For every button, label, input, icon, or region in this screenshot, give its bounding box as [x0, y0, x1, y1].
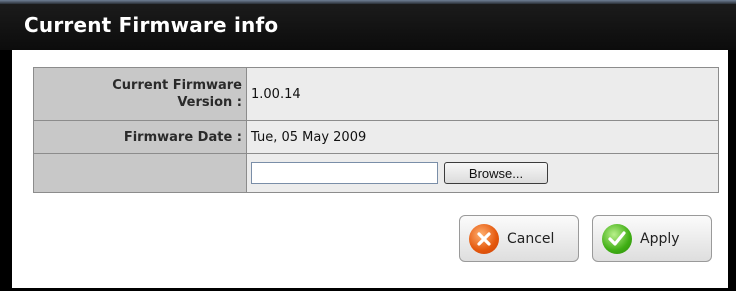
apply-button-label: Apply	[640, 230, 680, 247]
version-label-line2: Version :	[177, 95, 242, 110]
cancel-button-label: Cancel	[507, 230, 555, 247]
panel-right-border	[728, 50, 736, 291]
firmware-file-input[interactable]	[251, 162, 438, 184]
version-value: 1.00.14	[251, 86, 301, 102]
version-value-cell: 1.00.14	[246, 67, 719, 121]
panel-content: Current Firmware Version : 1.00.14 Firmw…	[12, 50, 728, 288]
date-value: Tue, 05 May 2009	[251, 129, 367, 145]
cancel-button[interactable]: Cancel	[459, 215, 579, 262]
version-label-line1: Current Firmware	[112, 78, 242, 93]
version-label-cell: Current Firmware Version :	[33, 67, 247, 121]
firmware-info-table: Current Firmware Version : 1.00.14 Firmw…	[33, 67, 719, 193]
browse-button[interactable]: Browse...	[444, 162, 548, 184]
date-value-cell: Tue, 05 May 2009	[246, 120, 719, 154]
table-row-upload: Browse...	[33, 153, 719, 193]
apply-check-icon	[602, 223, 632, 254]
apply-button[interactable]: Apply	[592, 215, 712, 262]
firmware-panel: Current Firmware info Current Firmware V…	[0, 0, 736, 291]
upload-value-cell: Browse...	[246, 153, 719, 193]
date-label: Firmware Date :	[123, 129, 242, 145]
upload-label-cell	[33, 153, 247, 193]
cancel-x-icon	[469, 223, 499, 254]
panel-header: Current Firmware info	[0, 4, 736, 50]
panel-title: Current Firmware info	[24, 13, 279, 37]
table-row-version: Current Firmware Version : 1.00.14	[33, 67, 719, 121]
table-row-date: Firmware Date : Tue, 05 May 2009	[33, 120, 719, 154]
file-picker: Browse...	[251, 162, 718, 184]
date-label-cell: Firmware Date :	[33, 120, 247, 154]
